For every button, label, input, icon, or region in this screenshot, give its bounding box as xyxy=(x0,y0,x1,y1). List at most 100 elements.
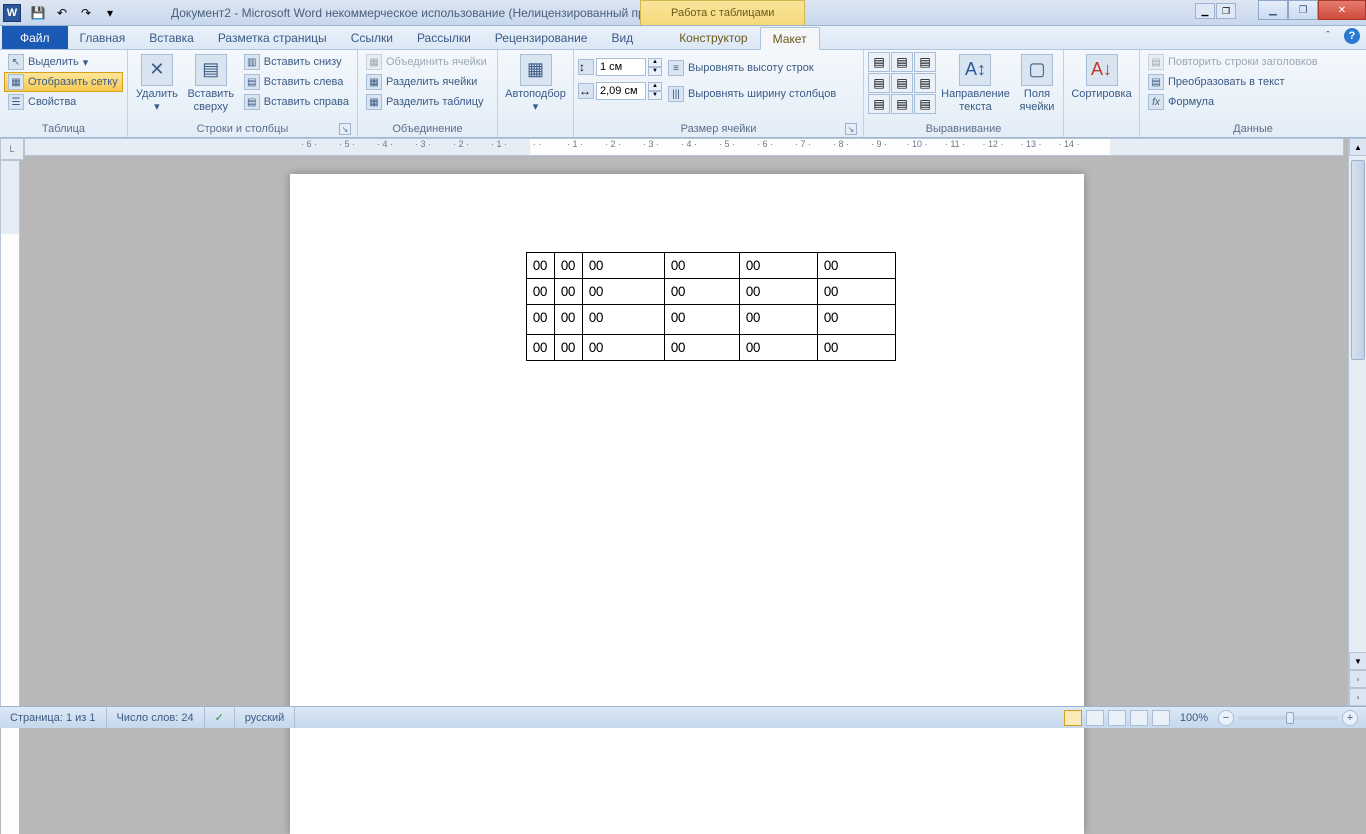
help-button[interactable]: ? xyxy=(1344,28,1360,44)
table-cell[interactable]: 00 xyxy=(665,253,740,279)
height-down[interactable]: ▼ xyxy=(648,67,662,76)
horizontal-ruler[interactable]: · 6 ·· 5 ·· 4 ·· 3 ·· 2 ·· 1 ·· ·· 1 ·· … xyxy=(24,138,1344,156)
insert-above-button[interactable]: ▤Вставить сверху xyxy=(184,52,238,116)
tab-view[interactable]: Вид xyxy=(599,26,645,49)
convert-to-text-button[interactable]: ▤Преобразовать в текст xyxy=(1144,72,1362,92)
text-direction-button[interactable]: A↕Направление текста xyxy=(938,52,1013,116)
table-cell[interactable]: 00 xyxy=(583,335,665,361)
table-cell[interactable]: 00 xyxy=(818,253,896,279)
col-width-input[interactable] xyxy=(596,82,646,100)
align-mr[interactable]: ▤ xyxy=(914,73,936,93)
table-cell[interactable]: 00 xyxy=(583,305,665,335)
table-cell[interactable]: 00 xyxy=(665,279,740,305)
insert-right-button[interactable]: ▤Вставить справа xyxy=(240,92,353,112)
distribute-rows-button[interactable]: ≡Выровнять высоту строк xyxy=(664,58,840,78)
select-button[interactable]: ↖Выделить ▾ xyxy=(4,52,123,72)
prev-page-button[interactable]: ◦ xyxy=(1349,670,1366,688)
row-height-input[interactable] xyxy=(596,58,646,76)
next-page-button[interactable]: ◦ xyxy=(1349,688,1366,706)
vertical-ruler[interactable] xyxy=(0,160,20,706)
table-cell[interactable]: 00 xyxy=(818,305,896,335)
status-page[interactable]: Страница: 1 из 1 xyxy=(0,707,107,728)
table-cell[interactable]: 00 xyxy=(740,253,818,279)
scroll-down-button[interactable]: ▼ xyxy=(1349,652,1366,670)
col-width-spinner[interactable]: ↔▲▼ xyxy=(578,82,662,100)
tab-table-layout[interactable]: Макет xyxy=(760,27,820,50)
align-ml[interactable]: ▤ xyxy=(868,73,890,93)
qat-customize-button[interactable]: ▾ xyxy=(99,3,121,23)
table-cell[interactable]: 00 xyxy=(527,335,555,361)
insert-left-button[interactable]: ▤Вставить слева xyxy=(240,72,353,92)
view-web[interactable] xyxy=(1108,710,1126,726)
qat-save-button[interactable]: 💾 xyxy=(27,3,49,23)
align-mc[interactable]: ▤ xyxy=(891,73,913,93)
align-tl[interactable]: ▤ xyxy=(868,52,890,72)
mdi-restore-button[interactable]: ❐ xyxy=(1216,3,1236,19)
tab-selector[interactable]: L xyxy=(0,138,24,160)
split-table-button[interactable]: ▦Разделить таблицу xyxy=(362,92,493,112)
minimize-button[interactable]: ▁ xyxy=(1258,0,1288,20)
table-cell[interactable]: 00 xyxy=(665,305,740,335)
status-proofing[interactable]: ✓ xyxy=(205,707,235,728)
row-height-spinner[interactable]: ↕▲▼ xyxy=(578,58,662,76)
table-cell[interactable]: 00 xyxy=(527,305,555,335)
table-cell[interactable]: 00 xyxy=(583,279,665,305)
zoom-out-button[interactable]: − xyxy=(1218,710,1234,726)
zoom-slider[interactable] xyxy=(1238,716,1338,720)
tab-review[interactable]: Рецензирование xyxy=(483,26,600,49)
document-page[interactable]: 0000000000000000000000000000000000000000… xyxy=(290,174,1084,834)
status-word-count[interactable]: Число слов: 24 xyxy=(107,707,205,728)
tab-references[interactable]: Ссылки xyxy=(339,26,405,49)
align-tc[interactable]: ▤ xyxy=(891,52,913,72)
width-up[interactable]: ▲ xyxy=(648,82,662,91)
merge-cells-button[interactable]: ▦Объединить ячейки xyxy=(362,52,493,72)
insert-below-button[interactable]: ▥Вставить снизу xyxy=(240,52,353,72)
table-cell[interactable]: 00 xyxy=(665,335,740,361)
properties-button[interactable]: ☰Свойства xyxy=(4,92,123,112)
table-cell[interactable]: 00 xyxy=(527,253,555,279)
tab-pagelayout[interactable]: Разметка страницы xyxy=(206,26,339,49)
close-button[interactable]: ✕ xyxy=(1318,0,1366,20)
maximize-button[interactable]: ❐ xyxy=(1288,0,1318,20)
align-bl[interactable]: ▤ xyxy=(868,94,890,114)
tab-home[interactable]: Главная xyxy=(68,26,138,49)
view-draft[interactable] xyxy=(1152,710,1170,726)
view-print-layout[interactable] xyxy=(1064,710,1082,726)
zoom-slider-handle[interactable] xyxy=(1286,712,1294,724)
split-cells-button[interactable]: ▦Разделить ячейки xyxy=(362,72,493,92)
app-icon[interactable]: W xyxy=(3,4,21,22)
qat-undo-button[interactable]: ↶ xyxy=(51,3,73,23)
height-up[interactable]: ▲ xyxy=(648,58,662,67)
mdi-minimize-button[interactable]: ▁ xyxy=(1195,3,1215,19)
vertical-scrollbar[interactable]: ▲ ▼ ◦ ◦ xyxy=(1348,138,1366,706)
delete-button[interactable]: ✕Удалить▾ xyxy=(132,52,182,116)
zoom-level[interactable]: 100% xyxy=(1180,712,1208,724)
sort-button[interactable]: A↓Сортировка xyxy=(1068,52,1135,103)
repeat-header-button[interactable]: ▤Повторить строки заголовков xyxy=(1144,52,1362,72)
table-cell[interactable]: 00 xyxy=(818,279,896,305)
minimize-ribbon-button[interactable]: ˆ xyxy=(1320,28,1336,44)
scroll-thumb[interactable] xyxy=(1351,160,1365,360)
table-cell[interactable]: 00 xyxy=(583,253,665,279)
align-bc[interactable]: ▤ xyxy=(891,94,913,114)
table-cell[interactable]: 00 xyxy=(555,335,583,361)
distribute-cols-button[interactable]: |||Выровнять ширину столбцов xyxy=(664,84,840,104)
table-cell[interactable]: 00 xyxy=(818,335,896,361)
view-outline[interactable] xyxy=(1130,710,1148,726)
table-cell[interactable]: 00 xyxy=(527,279,555,305)
view-fullscreen[interactable] xyxy=(1086,710,1104,726)
width-down[interactable]: ▼ xyxy=(648,91,662,100)
table-row[interactable]: 000000000000 xyxy=(527,279,896,305)
zoom-in-button[interactable]: + xyxy=(1342,710,1358,726)
cell-margins-button[interactable]: ▢Поля ячейки xyxy=(1015,52,1059,116)
align-tr[interactable]: ▤ xyxy=(914,52,936,72)
document-table[interactable]: 0000000000000000000000000000000000000000… xyxy=(526,252,896,361)
align-br[interactable]: ▤ xyxy=(914,94,936,114)
formula-button[interactable]: fxФормула xyxy=(1144,92,1362,112)
autofit-button[interactable]: ▦Автоподбор▾ xyxy=(502,52,569,116)
tab-insert[interactable]: Вставка xyxy=(137,26,206,49)
table-row[interactable]: 000000000000 xyxy=(527,305,896,335)
table-cell[interactable]: 00 xyxy=(555,253,583,279)
table-row[interactable]: 000000000000 xyxy=(527,253,896,279)
status-language[interactable]: русский xyxy=(235,707,295,728)
